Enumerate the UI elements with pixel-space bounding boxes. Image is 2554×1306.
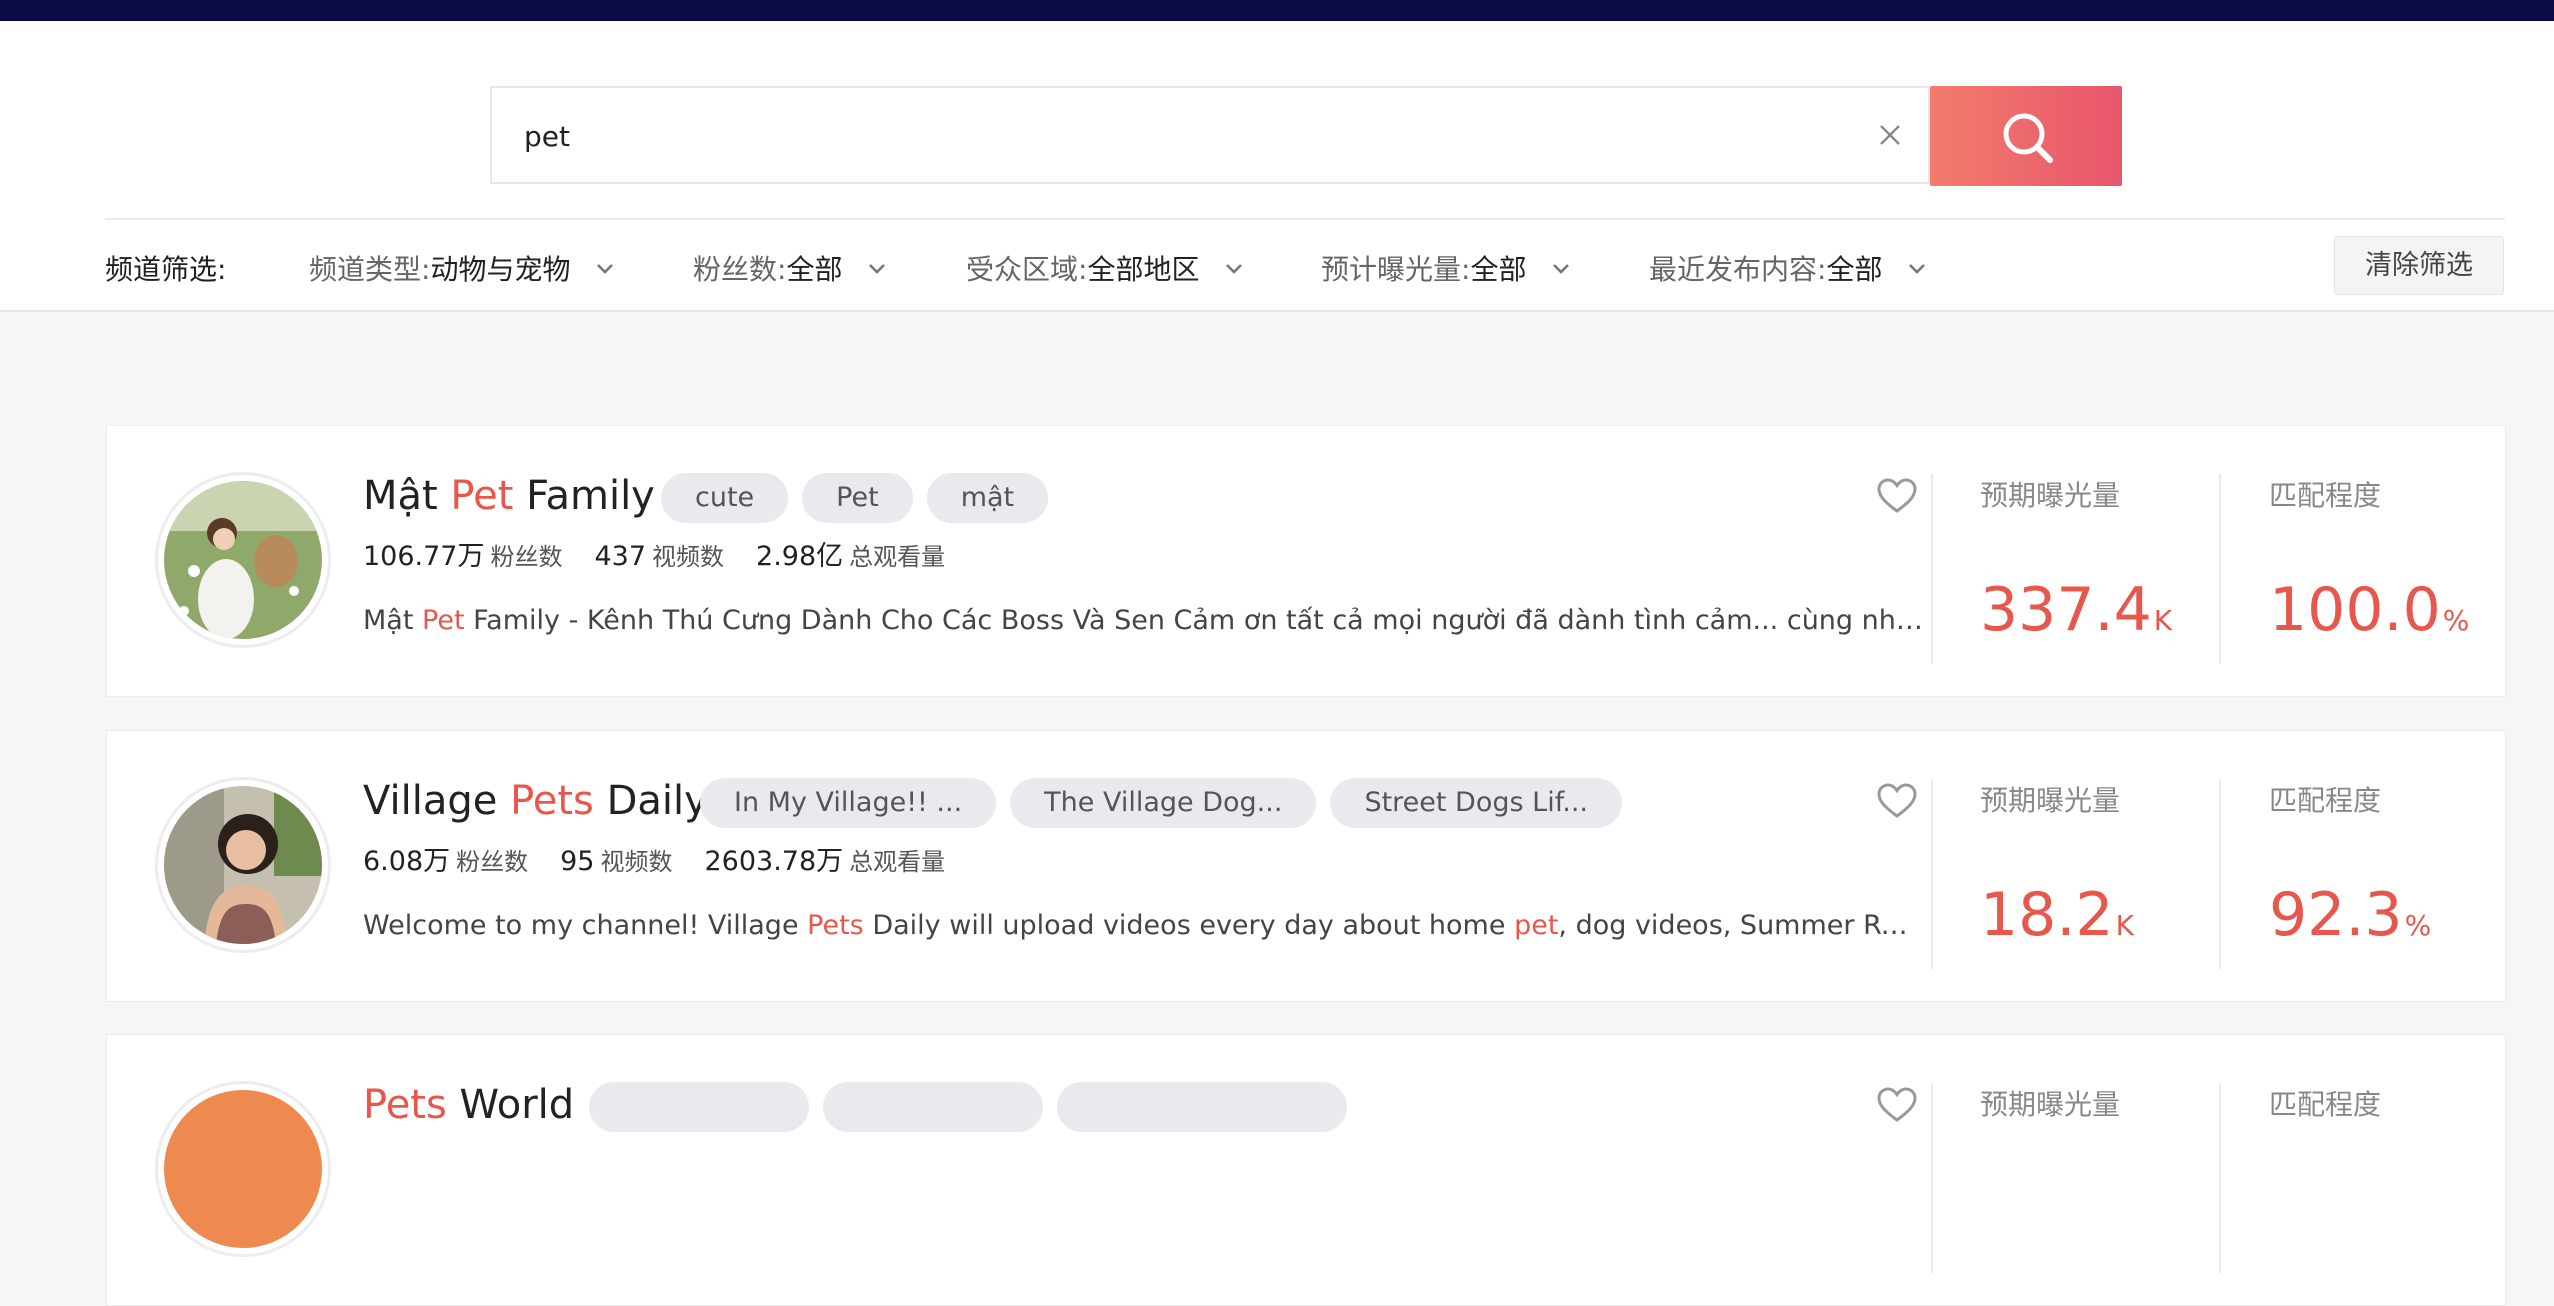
- heart-icon[interactable]: [1877, 1087, 1917, 1123]
- filter-value: 全部地区: [1087, 253, 1200, 286]
- tag[interactable]: Pet: [802, 473, 913, 523]
- tag[interactable]: [823, 1082, 1043, 1132]
- filter-label: 最近发布内容:: [1649, 253, 1827, 286]
- channel-description: Welcome to my channel! Village Pets Dail…: [363, 910, 1923, 941]
- videos-value: 95: [560, 846, 595, 877]
- chevron-down-icon: [1226, 264, 1243, 274]
- match-value: 100.0%: [2269, 575, 2470, 645]
- channel-description: Mật Pet Family - Kênh Thú Cưng Dành Cho …: [363, 605, 1923, 636]
- views-label: 总观看量: [849, 848, 946, 876]
- name-text: Village: [363, 778, 511, 824]
- avatar[interactable]: [155, 777, 331, 953]
- filter-recent-content[interactable]: 最近发布内容:全部: [1649, 247, 1927, 293]
- filter-row: 频道筛选: 频道类型:动物与宠物 粉丝数:全部 受众区域:全部地区 预计曝光量:…: [105, 247, 2505, 293]
- tag[interactable]: The Village Dog...: [1010, 778, 1317, 828]
- tag[interactable]: [1057, 1082, 1347, 1132]
- channel-name[interactable]: Pets World: [363, 1077, 574, 1133]
- match-label: 匹配程度: [2269, 1088, 2382, 1121]
- heart-icon[interactable]: [1877, 478, 1917, 514]
- filter-value: 全部: [786, 253, 843, 286]
- tag-list: [589, 1082, 1361, 1132]
- tag[interactable]: In My Village!! ...: [700, 778, 997, 828]
- views-value: 2.98亿: [756, 541, 844, 572]
- channel-stats: 6.08万 粉丝数 95 视频数 2603.78万 总观看量: [363, 842, 977, 885]
- exposure-value: 18.2K: [1980, 880, 2134, 950]
- exposure-label: 预期曝光量: [1980, 1088, 2121, 1121]
- clear-filter-button[interactable]: 清除筛选: [2334, 236, 2504, 295]
- filter-label: 频道类型:: [309, 253, 431, 286]
- name-highlight: Pet: [450, 473, 514, 519]
- tag[interactable]: mật: [926, 473, 1049, 523]
- channel-card[interactable]: Pets World 预期曝光量 匹配程度: [106, 1034, 2506, 1306]
- tag[interactable]: cute: [661, 473, 789, 523]
- exposure-value: 337.4K: [1980, 575, 2173, 645]
- match-value: 92.3%: [2269, 880, 2432, 950]
- search-box: [490, 86, 1930, 184]
- name-highlight: Pets: [510, 778, 594, 824]
- filter-audience-region[interactable]: 受众区域:全部地区: [966, 247, 1244, 293]
- followers-label: 粉丝数: [490, 543, 563, 571]
- views-value: 2603.78万: [704, 846, 844, 877]
- filter-value: 动物与宠物: [430, 253, 571, 286]
- followers-value: 106.77万: [363, 541, 485, 572]
- heart-icon[interactable]: [1877, 783, 1917, 819]
- tag[interactable]: Street Dogs Lif...: [1330, 778, 1622, 828]
- filter-title: 频道筛选:: [105, 253, 227, 286]
- filter-exposure[interactable]: 预计曝光量:全部: [1321, 247, 1571, 293]
- videos-label: 视频数: [652, 543, 725, 571]
- filter-value: 全部: [1470, 253, 1527, 286]
- divider: [105, 218, 2505, 220]
- filter-followers[interactable]: 粉丝数:全部: [693, 247, 887, 293]
- divider: [2219, 779, 2221, 969]
- filter-value: 全部: [1826, 253, 1883, 286]
- name-text: Mật: [363, 473, 451, 519]
- channel-card[interactable]: Mật Pet Family cute Pet mật 106.77万 粉丝数 437 视…: [106, 425, 2506, 697]
- match-label: 匹配程度: [2269, 784, 2382, 817]
- chevron-down-icon: [1909, 264, 1926, 274]
- divider: [2219, 1083, 2221, 1273]
- top-bar: [0, 0, 2554, 21]
- channel-name[interactable]: Village Pets Daily: [363, 773, 708, 829]
- videos-label: 视频数: [600, 848, 673, 876]
- followers-value: 6.08万: [363, 846, 451, 877]
- filter-label: 预计曝光量:: [1321, 253, 1471, 286]
- search-icon: [2003, 113, 2053, 163]
- exposure-label: 预期曝光量: [1980, 784, 2121, 817]
- tag-list: In My Village!! ... The Village Dog... Str…: [700, 778, 1636, 828]
- avatar[interactable]: [155, 472, 331, 648]
- followers-label: 粉丝数: [456, 848, 529, 876]
- divider: [2219, 474, 2221, 664]
- search-input[interactable]: [522, 88, 1826, 184]
- channel-card[interactable]: Village Pets Daily In My Village!! ... Th…: [106, 730, 2506, 1002]
- videos-value: 437: [594, 541, 647, 572]
- divider: [1931, 474, 1933, 664]
- avatar[interactable]: [155, 1081, 331, 1257]
- channel-name[interactable]: Mật Pet Family: [363, 468, 655, 524]
- chevron-down-icon: [1553, 264, 1570, 274]
- filter-label: 受众区域:: [966, 253, 1088, 286]
- filter-channel-type[interactable]: 频道类型:动物与宠物: [309, 247, 615, 293]
- search-button[interactable]: [1930, 86, 2122, 186]
- name-highlight: Pets: [363, 1082, 447, 1128]
- views-label: 总观看量: [849, 543, 946, 571]
- clear-icon[interactable]: [1875, 120, 1905, 150]
- match-label: 匹配程度: [2269, 479, 2382, 512]
- exposure-label: 预期曝光量: [1980, 479, 2121, 512]
- tag-list: cute Pet mật: [661, 473, 1062, 523]
- name-text: World: [446, 1082, 575, 1128]
- name-text: Daily: [593, 778, 708, 824]
- tag[interactable]: [589, 1082, 809, 1132]
- chevron-down-icon: [869, 264, 886, 274]
- filter-label: 粉丝数:: [693, 253, 787, 286]
- chevron-down-icon: [597, 264, 614, 274]
- name-text: Family: [513, 473, 655, 519]
- divider: [1931, 779, 1933, 969]
- divider: [1931, 1083, 1933, 1273]
- channel-stats: 106.77万 粉丝数 437 视频数 2.98亿 总观看量: [363, 537, 977, 580]
